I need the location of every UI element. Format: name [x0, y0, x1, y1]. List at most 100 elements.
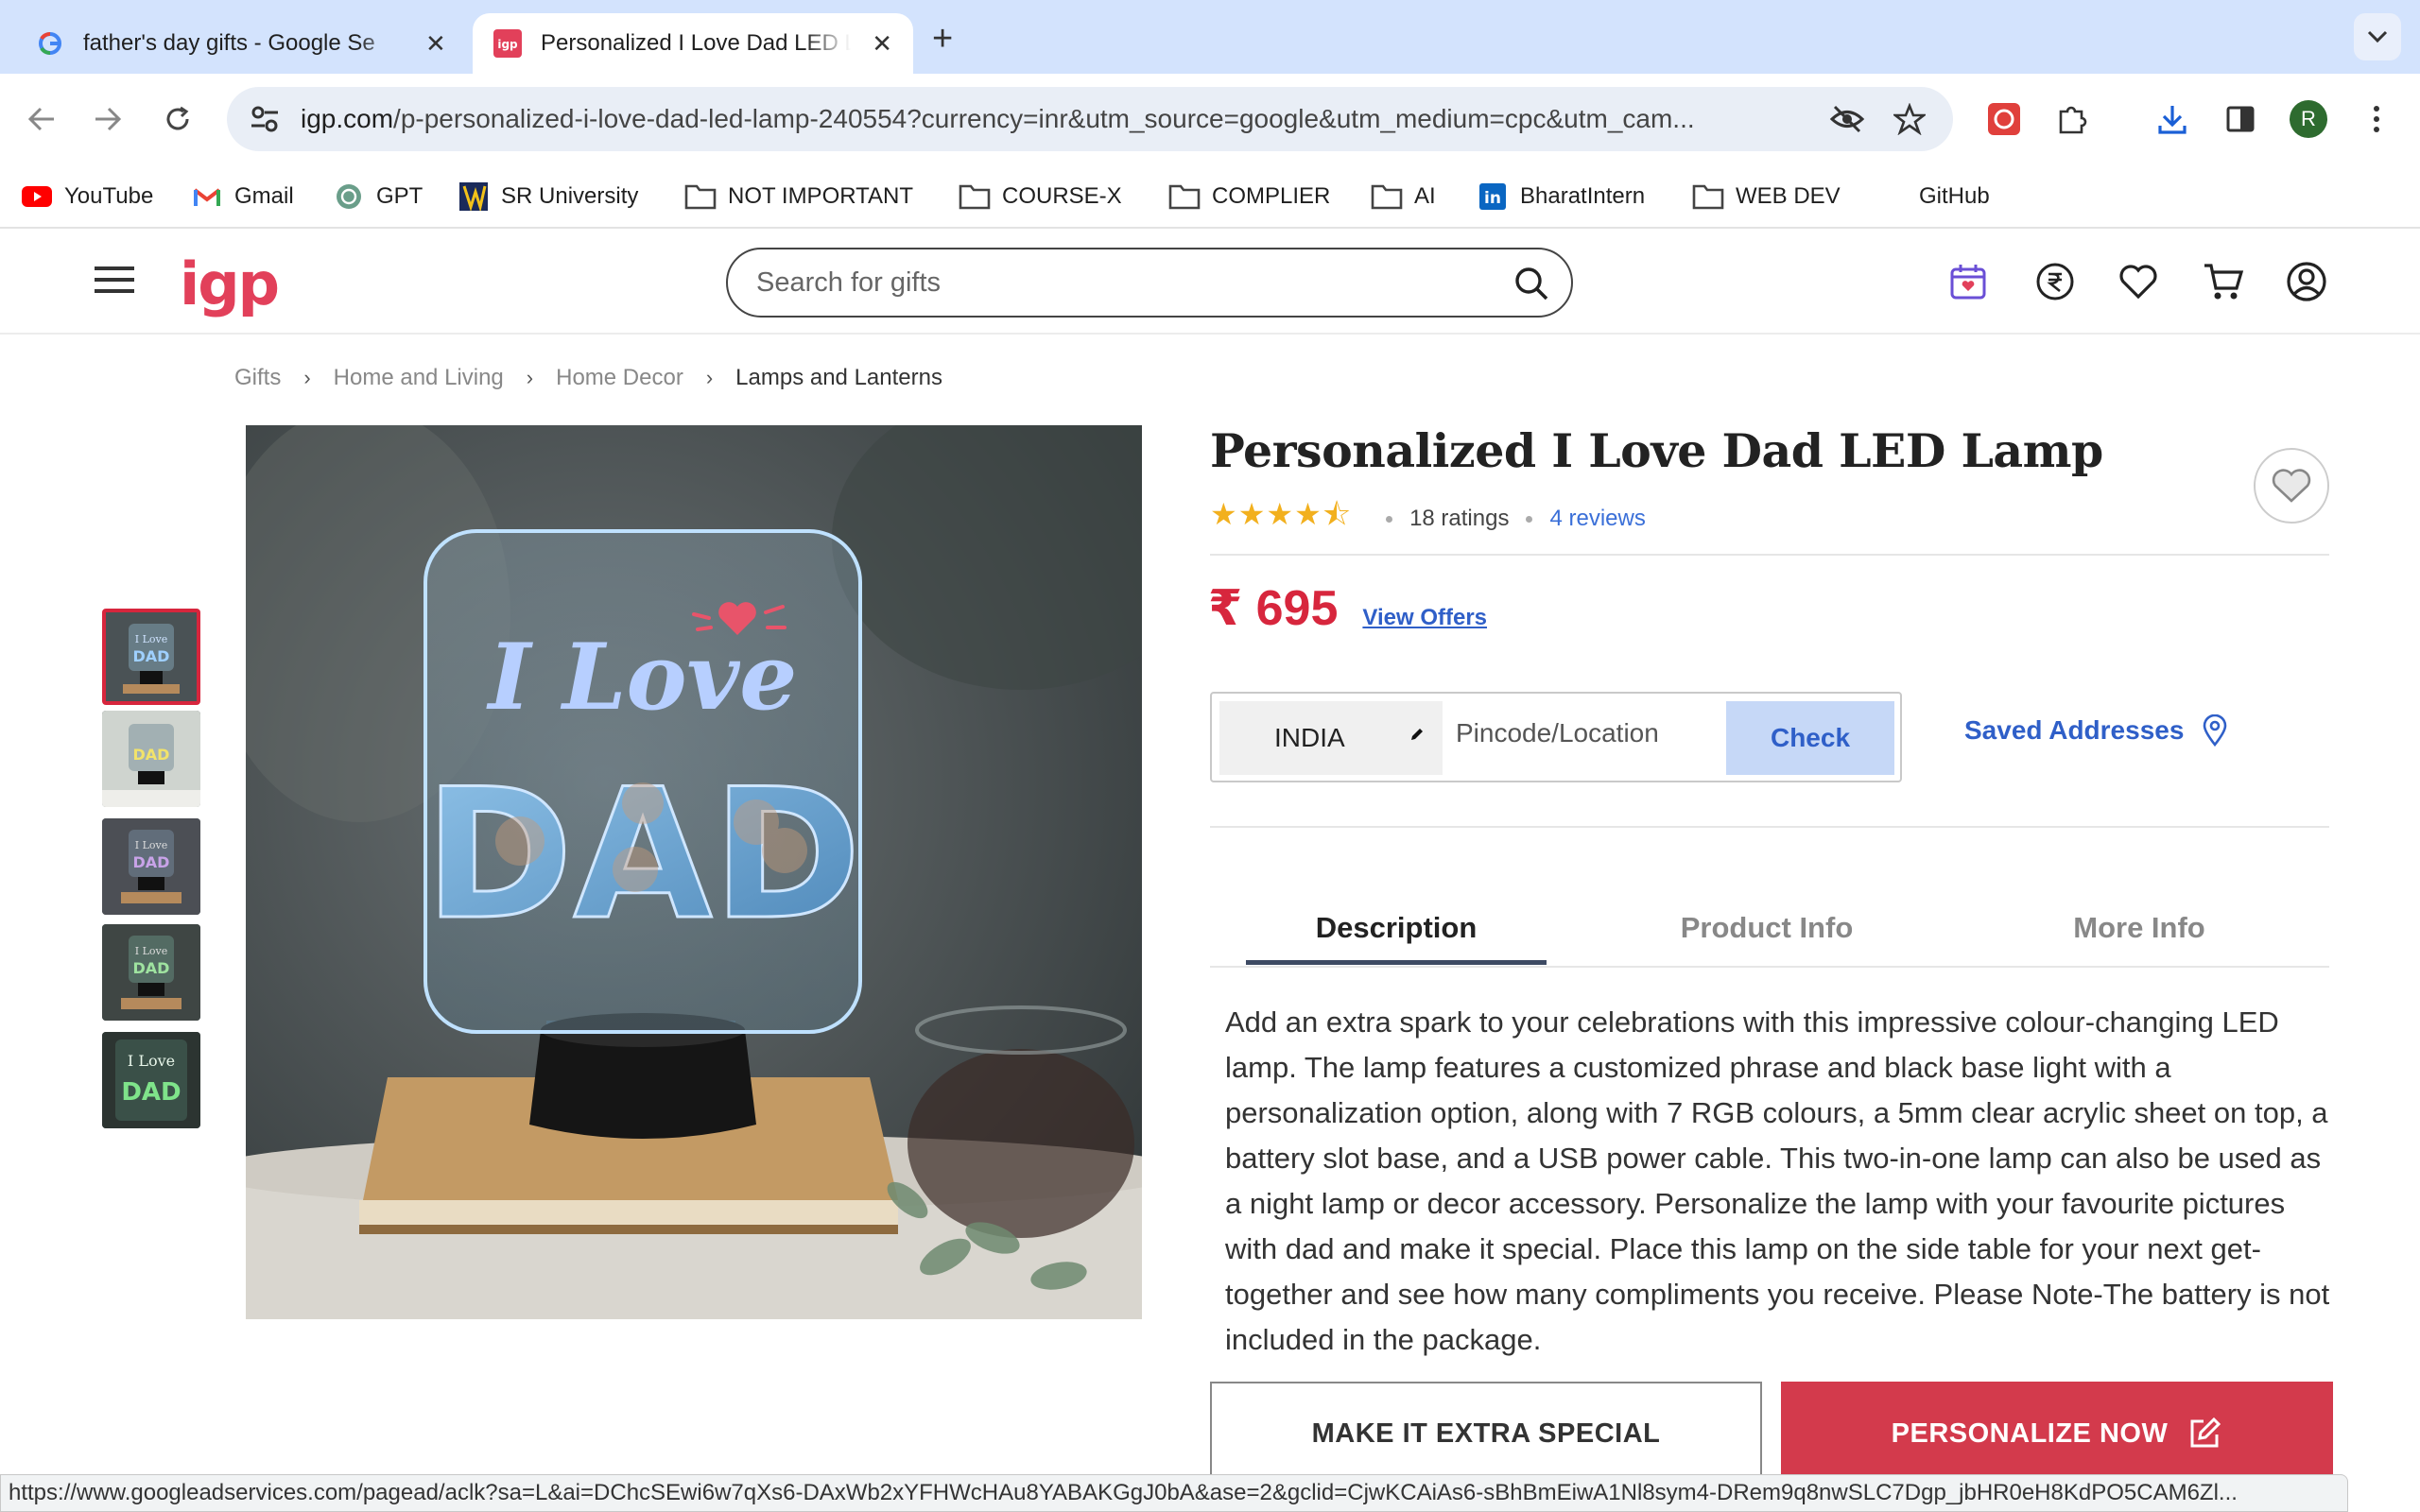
saved-addresses-link[interactable]: Saved Addresses: [1964, 714, 2227, 747]
rating-row: ★★★★⯪ 18 ratings 4 reviews: [1210, 493, 1646, 544]
svg-text:DAD: DAD: [133, 853, 170, 871]
bookmark-folder-course-x[interactable]: COURSE-X: [959, 178, 1122, 215]
bookmark-label: YouTube: [64, 183, 154, 209]
svg-text:I Love: I Love: [135, 633, 168, 645]
chatgpt-icon: [333, 182, 365, 211]
url-path: /p-personalized-i-love-dad-led-lamp-2405…: [393, 104, 1695, 133]
check-pincode-button[interactable]: Check: [1726, 701, 1894, 775]
bookmark-label: NOT IMPORTANT: [728, 183, 914, 209]
bookmark-label: COURSE-X: [1002, 183, 1122, 209]
site-header: igp Search for gifts: [0, 229, 2420, 335]
extensions-puzzle-icon[interactable]: [2049, 96, 2095, 142]
add-to-wishlist-button[interactable]: [2254, 448, 2329, 524]
browser-tab-igp[interactable]: igp Personalized I Love Dad LED L ✕: [473, 13, 913, 74]
profile-avatar[interactable]: R: [2286, 96, 2331, 142]
bookmark-gpt[interactable]: GPT: [333, 178, 423, 215]
product-thumbnail-5[interactable]: I Love DAD: [102, 1032, 200, 1128]
forward-arrow-icon[interactable]: [85, 96, 130, 142]
edit-square-icon: [2190, 1417, 2221, 1448]
reviews-link[interactable]: 4 reviews: [1549, 506, 1645, 532]
more-menu-icon[interactable]: [2354, 96, 2399, 142]
browser-status-bar: https://www.googleadservices.com/pagead/…: [0, 1474, 2348, 1512]
tab-title: father's day gifts - Google Se: [83, 30, 375, 56]
new-tab-plus-icon[interactable]: +: [932, 19, 953, 60]
igp-logo[interactable]: igp: [180, 249, 280, 318]
tab-product-info[interactable]: Product Info: [1616, 911, 1917, 945]
country-selector[interactable]: INDIA: [1219, 701, 1443, 775]
divider: [1210, 554, 2329, 556]
bookmark-label: Gmail: [234, 183, 294, 209]
side-panel-icon[interactable]: [2218, 96, 2263, 142]
bookmark-label: GPT: [376, 183, 424, 209]
search-input[interactable]: Search for gifts: [726, 248, 1573, 318]
price-row: ₹ 695 View Offers: [1208, 580, 1487, 637]
bookmark-folder-complier[interactable]: COMPLIER: [1168, 178, 1330, 215]
product-thumbnail-3[interactable]: I Love DAD: [102, 818, 200, 915]
close-icon[interactable]: ✕: [425, 29, 446, 59]
bookmark-sr-university[interactable]: SR University: [458, 178, 638, 215]
bookmark-folder-ai[interactable]: AI: [1371, 178, 1436, 215]
product-thumbnail-2[interactable]: DAD: [102, 711, 200, 807]
bookmark-star-icon[interactable]: [1887, 96, 1932, 142]
product-description: Add an extra spark to your celebrations …: [1225, 1005, 2330, 1356]
bookmark-label: WEB DEV: [1736, 183, 1841, 209]
tab-more-info[interactable]: More Info: [1989, 911, 2290, 945]
tab-search-chevron-icon[interactable]: [2354, 13, 2401, 60]
location-pin-icon: [2204, 714, 2227, 747]
url-host: igp.com: [301, 104, 394, 133]
wishlist-heart-icon[interactable]: [2116, 259, 2161, 304]
cart-icon[interactable]: [2201, 259, 2246, 304]
breadcrumb-lamps-and-lanterns[interactable]: Lamps and Lanterns: [735, 365, 942, 391]
search-icon[interactable]: [1512, 265, 1550, 302]
folder-icon: [684, 182, 717, 211]
make-it-extra-special-button[interactable]: MAKE IT EXTRA SPECIAL: [1210, 1382, 1762, 1486]
bookmark-youtube[interactable]: YouTube: [21, 178, 153, 215]
back-arrow-icon[interactable]: [19, 96, 64, 142]
gmail-icon: [191, 182, 223, 211]
bookmark-github[interactable]: GitHub: [1919, 178, 1990, 215]
browser-toolbar: igp.com/p-personalized-i-love-dad-led-la…: [0, 74, 2420, 164]
folder-icon: [959, 182, 991, 211]
breadcrumb-home-decor[interactable]: Home Decor: [556, 365, 683, 391]
close-icon[interactable]: ✕: [872, 29, 892, 59]
tab-description[interactable]: Description: [1246, 911, 1547, 945]
lamp-love-text: I Love: [486, 624, 798, 730]
search-placeholder: Search for gifts: [756, 266, 942, 298]
product-thumbnail-4[interactable]: I Love DAD: [102, 924, 200, 1021]
svg-text:DAD: DAD: [133, 647, 170, 665]
bookmark-folder-web-dev[interactable]: WEB DEV: [1692, 178, 1841, 215]
site-settings-icon[interactable]: [250, 105, 284, 133]
breadcrumb-gifts[interactable]: Gifts: [234, 365, 281, 391]
svg-text:in: in: [1484, 189, 1501, 208]
address-bar[interactable]: igp.com/p-personalized-i-love-dad-led-la…: [227, 87, 1953, 151]
edit-pencil-icon[interactable]: [1409, 726, 1426, 743]
breadcrumb-home-and-living[interactable]: Home and Living: [334, 365, 504, 391]
separator-dot: [1526, 515, 1533, 523]
bookmark-bharatintern[interactable]: in BharatIntern: [1477, 178, 1645, 215]
svg-text:DAD: DAD: [133, 959, 170, 977]
hamburger-menu-icon[interactable]: [95, 263, 138, 301]
reload-icon[interactable]: [155, 96, 200, 142]
currency-rupee-icon[interactable]: [2032, 259, 2078, 304]
folder-icon: [1692, 182, 1724, 211]
svg-text:DAD: DAD: [121, 1078, 181, 1107]
calendar-reminder-icon[interactable]: [1945, 259, 1991, 304]
pincode-input[interactable]: Pincode/Location: [1456, 718, 1659, 748]
bookmark-folder-not-important[interactable]: NOT IMPORTANT: [684, 178, 913, 215]
product-main-image[interactable]: I Love DAD: [246, 425, 1142, 1319]
bookmark-gmail[interactable]: Gmail: [191, 178, 294, 215]
account-user-icon[interactable]: [2284, 259, 2329, 304]
bookmark-label: AI: [1414, 183, 1436, 209]
extension-red-icon[interactable]: [1981, 96, 2027, 142]
ratings-count[interactable]: 18 ratings: [1409, 506, 1509, 532]
separator-dot: [1386, 515, 1393, 523]
url-text: igp.com/p-personalized-i-love-dad-led-la…: [301, 104, 1813, 134]
bookmarks-bar: YouTube Gmail GPT SR University NOT IMPO…: [0, 164, 2420, 229]
browser-tab-google[interactable]: father's day gifts - Google Se ✕: [15, 13, 469, 74]
eye-slash-icon[interactable]: [1824, 96, 1870, 142]
download-icon[interactable]: [2150, 96, 2195, 142]
view-offers-link[interactable]: View Offers: [1362, 605, 1487, 631]
personalize-now-button[interactable]: PERSONALIZE NOW: [1781, 1382, 2333, 1486]
active-tab-indicator: [1246, 960, 1547, 965]
product-thumbnail-1[interactable]: I Love DAD: [102, 609, 200, 705]
